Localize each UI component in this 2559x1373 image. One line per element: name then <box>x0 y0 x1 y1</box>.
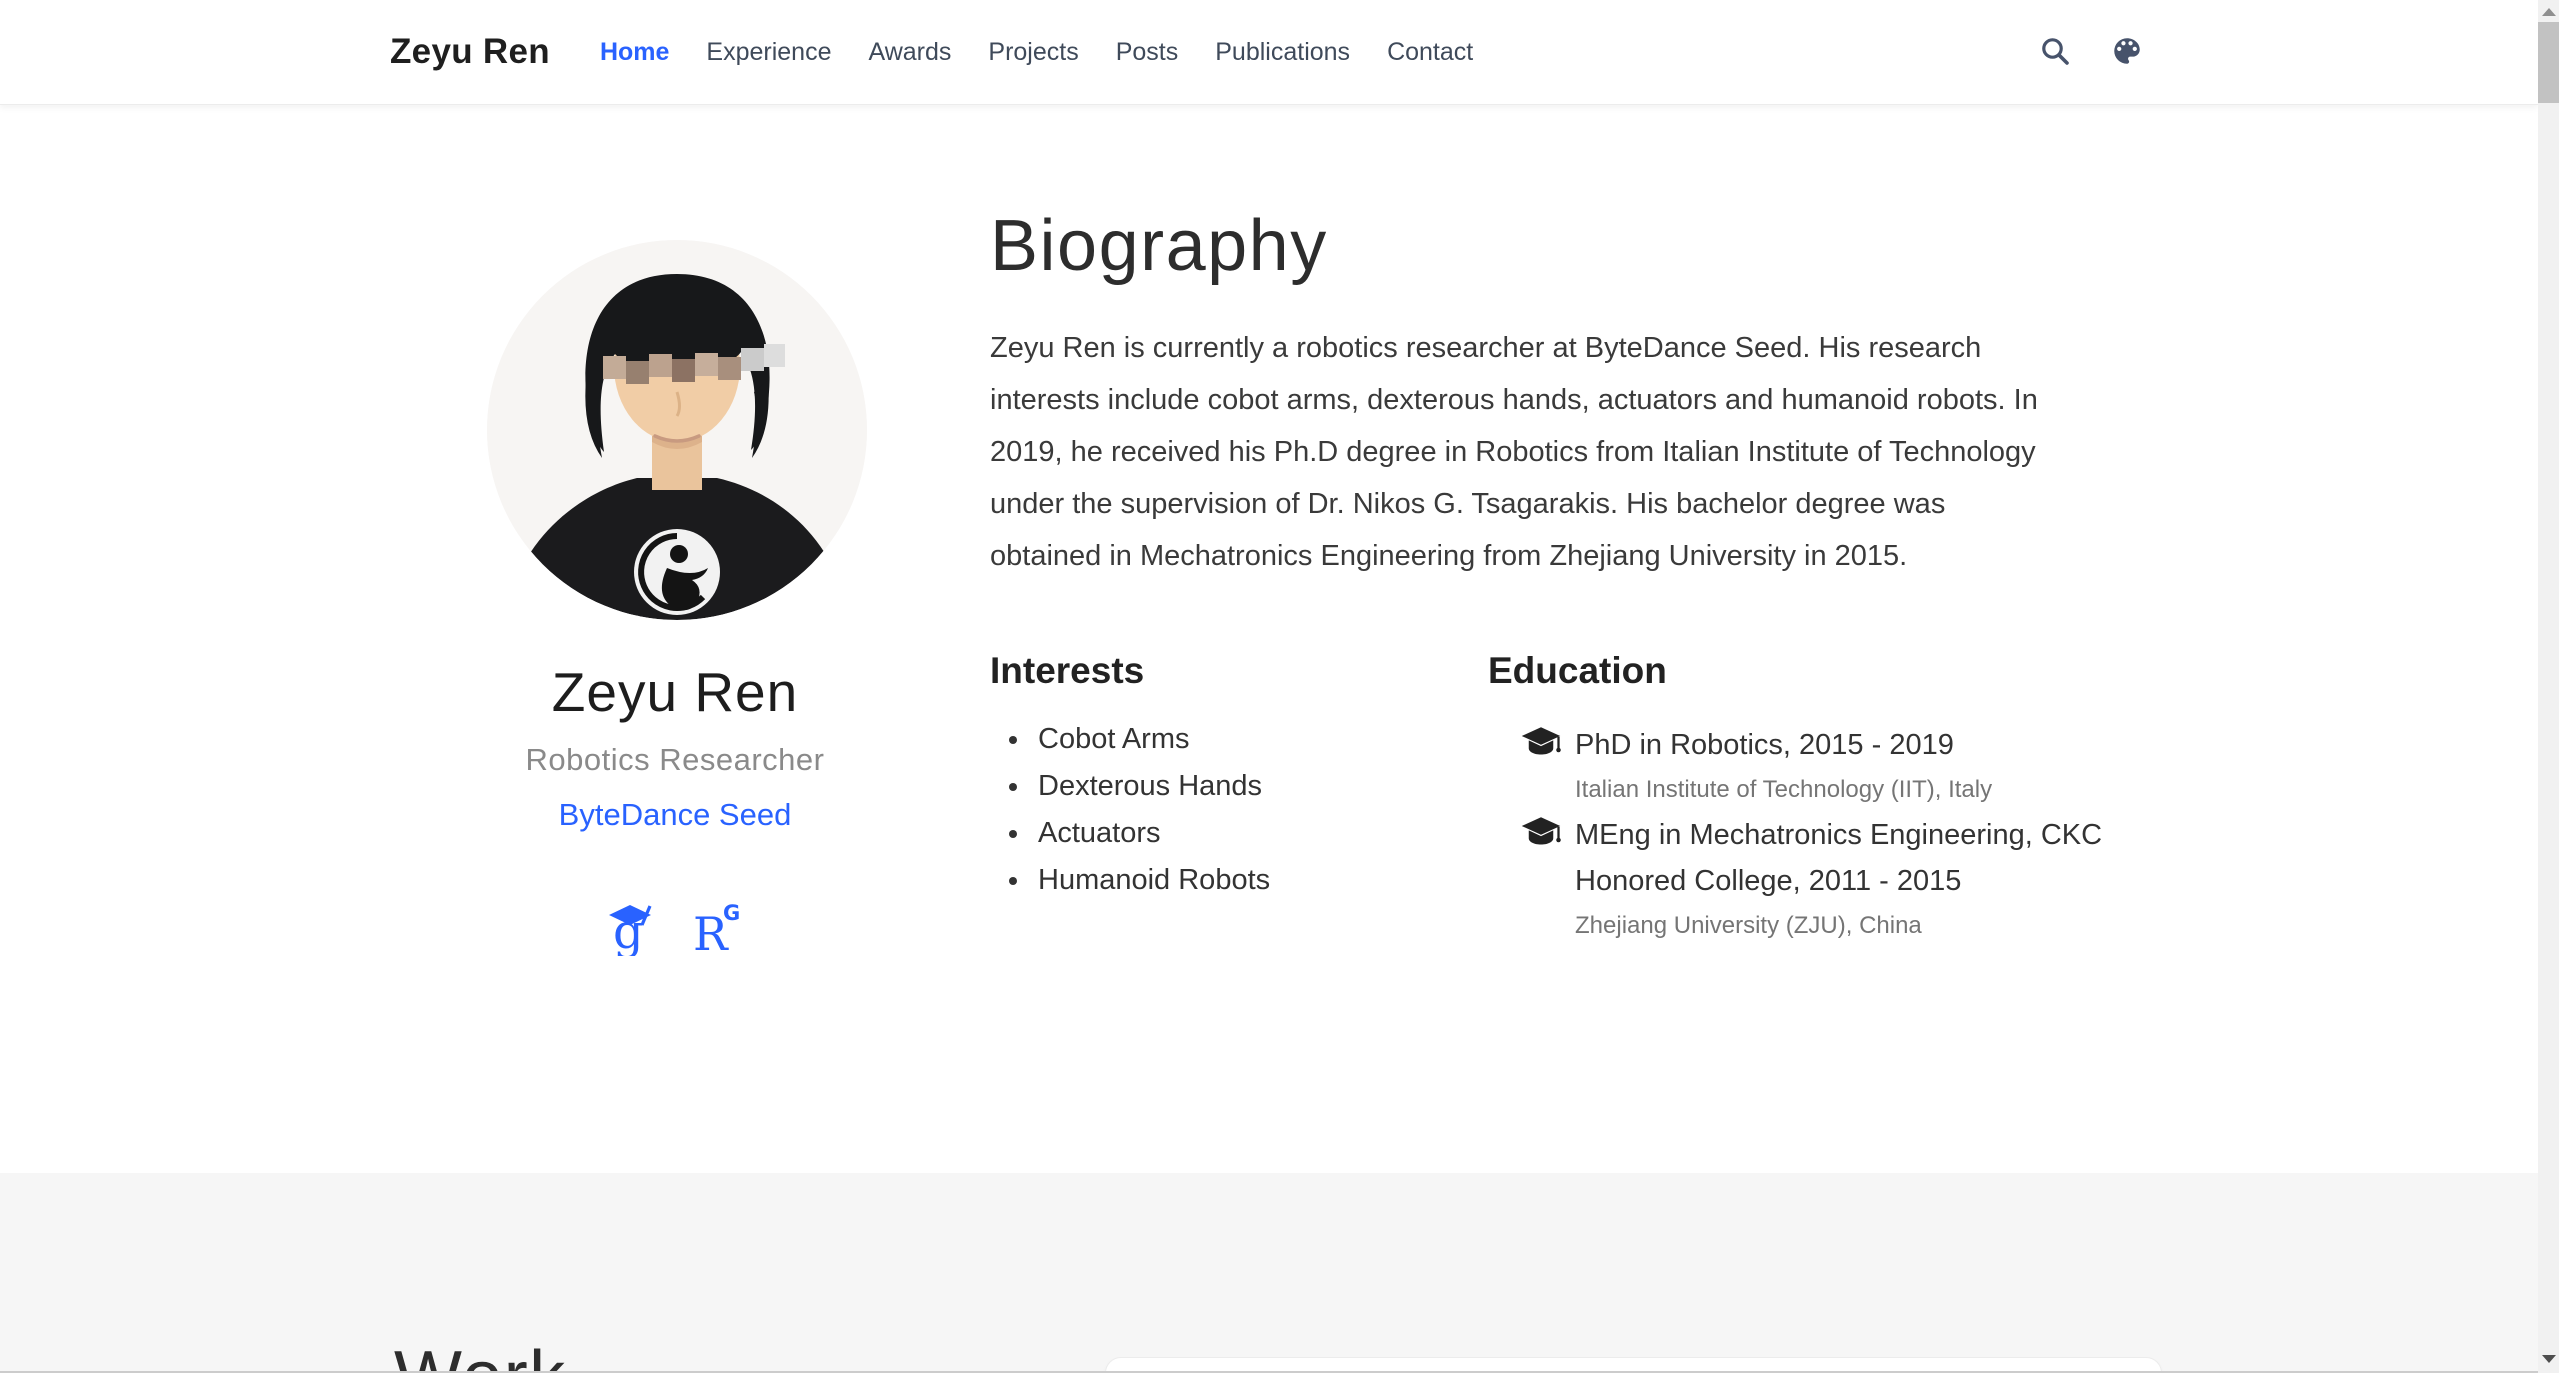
nav-item-contact[interactable]: Contact <box>1387 38 1473 66</box>
scrollbar-down-button[interactable] <box>2538 1349 2559 1369</box>
nav-item-home[interactable]: Home <box>600 38 669 66</box>
google-scholar-link[interactable]: g <box>607 900 657 961</box>
main-nav: Home Experience Awards Projects Posts Pu… <box>550 38 1473 67</box>
nav-item-projects[interactable]: Projects <box>988 38 1078 66</box>
interest-item: Actuators <box>1032 810 1270 857</box>
work-section: Work <box>0 1173 2538 1373</box>
education-degree: MEng in Mechatronics Engineering, CKC Ho… <box>1575 812 2140 904</box>
nav-item-awards[interactable]: Awards <box>868 38 951 66</box>
google-scholar-icon: g <box>607 943 657 960</box>
search-icon <box>2039 35 2071 70</box>
education-title: Education <box>1488 650 1667 692</box>
researchgate-icon: R G <box>691 943 743 960</box>
profile-name: Zeyu Ren <box>420 660 930 724</box>
svg-text:G: G <box>723 901 740 925</box>
interest-item: Humanoid Robots <box>1032 857 1270 904</box>
education-item: MEng in Mechatronics Engineering, CKC Ho… <box>1520 812 2170 940</box>
chevron-down-icon <box>2542 1355 2556 1363</box>
nav-item-publications[interactable]: Publications <box>1215 38 1350 66</box>
biography-title: Biography <box>990 205 1328 287</box>
palette-icon <box>2110 34 2144 71</box>
nav-item-posts[interactable]: Posts <box>1116 38 1179 66</box>
biography-line: interests include cobot arms, dexterous … <box>990 374 2038 426</box>
nav-item-experience[interactable]: Experience <box>706 38 831 66</box>
graduation-cap-icon <box>1520 814 1562 857</box>
scrollbar-thumb[interactable] <box>2538 22 2559 103</box>
education-institution: Zhejiang University (ZJU), China <box>1575 912 2170 940</box>
work-section-title: Work <box>394 1336 567 1373</box>
search-button[interactable] <box>2034 31 2076 73</box>
education-degree: PhD in Robotics, 2015 - 2019 <box>1575 722 2140 768</box>
education-institution: Italian Institute of Technology (IIT), I… <box>1575 776 2170 804</box>
profile-role: Robotics Researcher <box>420 742 930 778</box>
avatar <box>487 240 867 620</box>
biography-line: Zeyu Ren is currently a robotics researc… <box>990 322 2038 374</box>
navbar: Zeyu Ren Home Experience Awards Projects… <box>0 0 2538 105</box>
theme-button[interactable] <box>2106 31 2148 73</box>
biography-text: Zeyu Ren is currently a robotics researc… <box>990 322 2038 582</box>
biography-line: under the supervision of Dr. Nikos G. Ts… <box>990 478 2038 530</box>
interest-item: Cobot Arms <box>1032 716 1270 763</box>
researchgate-link[interactable]: R G <box>691 900 743 961</box>
interests-list: Cobot Arms Dexterous Hands Actuators Hum… <box>1032 716 1270 904</box>
graduation-cap-icon <box>1520 724 1562 767</box>
site-brand[interactable]: Zeyu Ren <box>390 32 550 72</box>
education-item: PhD in Robotics, 2015 - 2019 Italian Ins… <box>1520 722 2170 804</box>
interest-item: Dexterous Hands <box>1032 763 1270 810</box>
page: Zeyu Ren Home Experience Awards Projects… <box>0 0 2559 1373</box>
interests-title: Interests <box>990 650 1144 692</box>
scrollbar-up-button[interactable] <box>2538 2 2559 22</box>
chevron-up-icon <box>2542 8 2556 16</box>
social-links: g R G <box>420 900 930 961</box>
vertical-scrollbar[interactable] <box>2538 0 2559 1373</box>
biography-line: obtained in Mechatronics Engineering fro… <box>990 530 2038 582</box>
biography-line: 2019, he received his Ph.D degree in Rob… <box>990 426 2038 478</box>
organization-link[interactable]: ByteDance Seed <box>559 797 792 832</box>
